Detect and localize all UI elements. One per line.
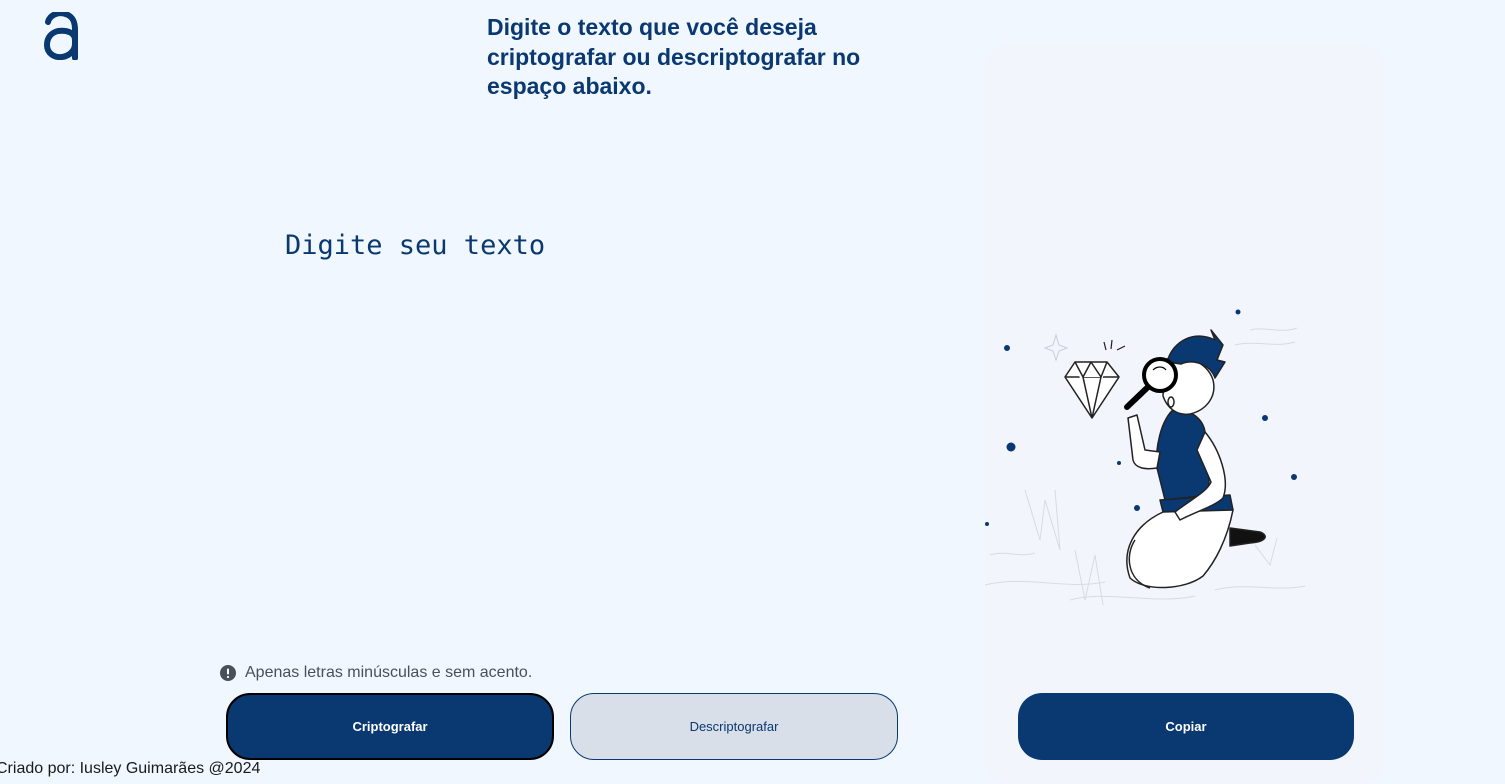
page-title: Digite o texto que você deseja criptogra… [487, 14, 861, 99]
footer-credit: Criado por: Iusley Guimarães @2024 [0, 760, 261, 777]
input-hint: Apenas letras minúsculas e sem acento. [220, 664, 532, 682]
text-input[interactable] [285, 226, 885, 626]
encrypt-button[interactable]: Criptografar [226, 693, 554, 760]
decrypt-button[interactable]: Descriptografar [570, 693, 898, 760]
hint-text: Apenas letras minúsculas e sem acento. [245, 664, 533, 681]
person-inspecting-diamond-illustration [985, 309, 1306, 606]
copy-button[interactable]: Copiar [1018, 693, 1354, 760]
alura-logo-icon[interactable] [44, 12, 78, 60]
exclamation-circle-icon [220, 665, 236, 681]
